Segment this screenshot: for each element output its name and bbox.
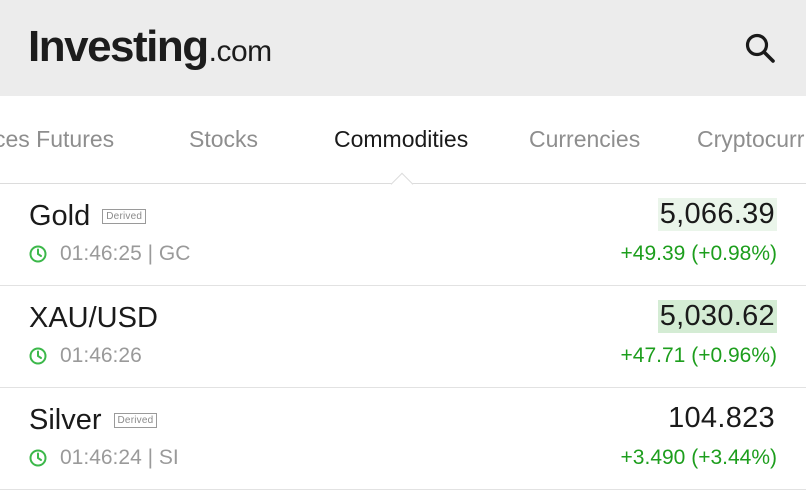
quote-meta: 01:46:26 (28, 344, 142, 368)
search-icon (745, 33, 775, 63)
search-button[interactable] (738, 26, 782, 70)
price-change: +47.71 (+0.96%) (620, 344, 777, 367)
last-price: 5,030.62 (657, 300, 777, 333)
clock-icon (29, 449, 47, 467)
tab-indices-futures[interactable]: ces Futures (0, 126, 114, 153)
quote-meta: 01:46:24 | SI (28, 446, 179, 470)
logo-tld-text: .com (208, 35, 273, 68)
derived-badge: Derived (102, 209, 147, 224)
instrument-name: XAU/USD (29, 302, 158, 335)
quote-time-symbol: 01:46:25 | GC (60, 242, 191, 265)
instrument-name-text: Gold (29, 200, 91, 232)
price-change: +49.39 (+0.98%) (620, 242, 777, 265)
quote-time-symbol: 01:46:26 (60, 344, 142, 367)
category-tabs: ces Futures Stocks Commodities Currencie… (0, 96, 806, 184)
tab-stocks[interactable]: Stocks (189, 126, 258, 153)
quote-row-silver[interactable]: Silver Derived 01:46:24 | SI 104.823 +3.… (0, 388, 806, 490)
quote-time-symbol: 01:46:24 | SI (60, 446, 179, 469)
instrument-name-text: XAU/USD (29, 302, 158, 334)
instrument-name: Gold Derived (29, 200, 147, 233)
last-price: 104.823 (668, 402, 775, 434)
quote-row-gold[interactable]: Gold Derived 01:46:25 | GC 5,066.39 +49.… (0, 184, 806, 286)
last-price: 5,066.39 (657, 198, 777, 231)
clock-icon (29, 245, 47, 263)
quote-meta: 01:46:25 | GC (28, 242, 190, 266)
app-header: Investing .com (0, 0, 806, 96)
instrument-name: Silver Derived (29, 404, 158, 437)
derived-badge: Derived (113, 413, 158, 428)
tab-commodities[interactable]: Commodities (334, 126, 468, 153)
logo-main-text: Investing (28, 22, 209, 71)
quote-row-xau-usd[interactable]: XAU/USD 01:46:26 5,030.62 +47.71 (+0.96%… (0, 286, 806, 388)
instrument-name-text: Silver (29, 404, 102, 436)
clock-icon (29, 347, 47, 365)
price-change: +3.490 (+3.44%) (620, 446, 777, 469)
tab-cryptocurrency[interactable]: Cryptocurr (697, 126, 804, 153)
tab-currencies[interactable]: Currencies (529, 126, 640, 153)
investing-logo[interactable]: Investing .com (28, 22, 272, 72)
